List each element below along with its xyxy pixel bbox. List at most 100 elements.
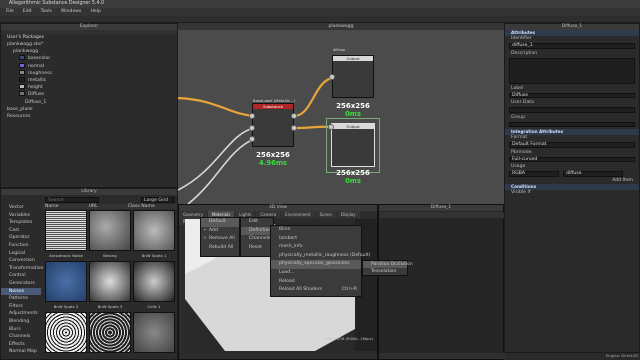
library-thumbnail[interactable] [133, 312, 175, 353]
input-pin[interactable] [249, 113, 255, 119]
library-category[interactable]: Generators [1, 280, 41, 288]
library-category[interactable]: Blending [1, 318, 41, 326]
description-field[interactable] [509, 57, 635, 84]
format-select[interactable]: Default Format [509, 142, 635, 148]
menu-item-add[interactable]: + Add [201, 227, 239, 236]
library-thumbnail[interactable] [45, 312, 87, 353]
tree-item-label: metallic [28, 77, 47, 83]
input-pin[interactable] [328, 124, 334, 130]
label-field[interactable]: Diffuse [509, 92, 635, 98]
menu-item-lambert[interactable]: lambert [271, 235, 361, 244]
group-label: Group [511, 114, 525, 120]
usage-value-select[interactable]: diffuse [563, 171, 623, 177]
userdata-field[interactable] [509, 107, 635, 113]
library-thumbnail[interactable] [89, 210, 131, 251]
library-category[interactable]: Cast [1, 227, 41, 235]
menu-item-channels[interactable]: Channels [241, 235, 273, 244]
menu-item-rebuild-all[interactable]: Rebuild All [201, 244, 239, 253]
tree-item[interactable]: normal [1, 62, 177, 70]
tab-scene[interactable]: Scene [315, 211, 336, 218]
menu-item-edit[interactable]: Edit [241, 218, 273, 227]
input-pin[interactable] [249, 136, 255, 142]
column-url[interactable]: URL [89, 204, 98, 209]
tree-item-label: Diffuse_1 [25, 99, 47, 105]
menu-item-tesselation[interactable]: Tesselation [363, 268, 407, 275]
graph-canvas[interactable]: BaseLabel (Metallic...) Substance 256x25… [178, 30, 504, 204]
tree-item[interactable]: metallic [1, 76, 177, 84]
group-field[interactable] [509, 121, 635, 127]
shader-options-menu: Parallax Occlusion Tesselation [362, 260, 413, 276]
library-category[interactable]: Control [1, 272, 41, 280]
menu-item-definitions[interactable]: Definitions [241, 226, 274, 236]
library-thumbnail[interactable] [89, 312, 131, 353]
library-category[interactable]: Patterns [1, 295, 41, 303]
identifier-field[interactable]: diffuse_1 [509, 43, 635, 49]
menu-item-reset[interactable]: Reset [241, 244, 273, 253]
tree-item[interactable]: Resources [1, 113, 177, 120]
input-pin[interactable] [329, 74, 335, 80]
thumbnail-label: Cells 1 [147, 304, 161, 309]
library-category[interactable]: Vector [1, 204, 41, 212]
column-class[interactable]: Class Name [128, 204, 155, 209]
menu-file[interactable]: File [6, 8, 14, 16]
library-category[interactable]: Logical [1, 250, 41, 258]
menu-edit[interactable]: Edit [23, 8, 32, 16]
menu-item-reload[interactable]: Reload [271, 278, 361, 287]
library-thumbnail[interactable] [133, 261, 175, 302]
library-thumbnail[interactable] [89, 261, 131, 302]
tree-item[interactable]: basecolor [1, 55, 177, 62]
library-category[interactable]: Operator [1, 234, 41, 242]
library-view-select[interactable]: Large Grid [141, 197, 175, 203]
output-node-2[interactable]: Output [331, 123, 375, 167]
tree-item[interactable]: Diffuse [1, 91, 177, 98]
tree-item[interactable]: plankwogg.sbs* [1, 41, 177, 48]
library-category[interactable]: Normal Map [1, 348, 41, 356]
texture-swatch [19, 76, 25, 82]
menu-item-mesh-info[interactable]: mesh_info [271, 243, 361, 252]
menu-bar: File Edit Tools Windows Help [0, 8, 640, 16]
usage-channel-select[interactable]: RGBA [509, 171, 559, 177]
menu-help[interactable]: Help [90, 8, 100, 16]
library-category[interactable]: Variables [1, 212, 41, 220]
library-category[interactable]: Adjustments [1, 310, 41, 318]
output-pin[interactable] [291, 113, 297, 119]
library-thumbnail[interactable] [133, 210, 175, 251]
menu-item-metallic-roughness[interactable]: physically_metallic_roughness (Default) [271, 252, 370, 261]
tree-item[interactable]: roughness [1, 69, 177, 77]
output-node-1[interactable]: diffuse Output [332, 48, 374, 98]
tree-item[interactable]: Diffuse_1 [1, 99, 177, 106]
library-category[interactable]: Filters [1, 303, 41, 311]
library-category[interactable]: Function [1, 242, 41, 250]
tree-item[interactable]: height [1, 84, 177, 91]
library-category[interactable]: Templates [1, 219, 41, 227]
output-pin[interactable] [291, 125, 297, 131]
menu-item-specular-glossiness[interactable]: physically_specular_glossiness [271, 260, 361, 269]
library-thumbnail[interactable] [45, 261, 87, 302]
menu-item-parallax-occlusion[interactable]: Parallax Occlusion [363, 261, 413, 268]
menu-windows[interactable]: Windows [61, 8, 82, 16]
substance-node[interactable]: BaseLabel (Metallic...) Substance [252, 98, 295, 147]
tree-item[interactable]: base_plank [1, 106, 177, 113]
menu-item-remove-all[interactable]: × Remove All [201, 235, 239, 244]
pbrmode-select[interactable]: Full-curved [509, 156, 635, 162]
menu-item-load[interactable]: Load... [271, 269, 361, 278]
menu-item-default[interactable]: Default [201, 218, 239, 227]
output-node-header: Output [332, 124, 374, 129]
library-category[interactable]: Transformation [1, 265, 43, 273]
library-category[interactable]: Channels [1, 333, 41, 341]
library-category[interactable]: Effects [1, 341, 41, 349]
menu-tools[interactable]: Tools [41, 8, 52, 16]
tab-display[interactable]: Display [336, 211, 360, 218]
tab-environment[interactable]: Environment [281, 211, 315, 218]
column-name[interactable]: Name [45, 204, 59, 209]
library-search-input[interactable]: Search [45, 197, 99, 203]
library-category[interactable]: Blurs [1, 326, 41, 334]
library-category[interactable]: Noises [1, 287, 41, 296]
menu-item-blinn[interactable]: Blinn [271, 226, 361, 235]
tree-item[interactable]: plankwogg [1, 48, 177, 55]
library-thumbnail[interactable] [45, 210, 87, 251]
library-category[interactable]: Conversion [1, 257, 41, 265]
menu-item-reload-all[interactable]: Reload All Shaders Ctrl+R [271, 286, 361, 295]
app-title: Allegorithmic Substance Designer 5.4.0 [9, 1, 105, 6]
input-pin[interactable] [249, 125, 255, 131]
